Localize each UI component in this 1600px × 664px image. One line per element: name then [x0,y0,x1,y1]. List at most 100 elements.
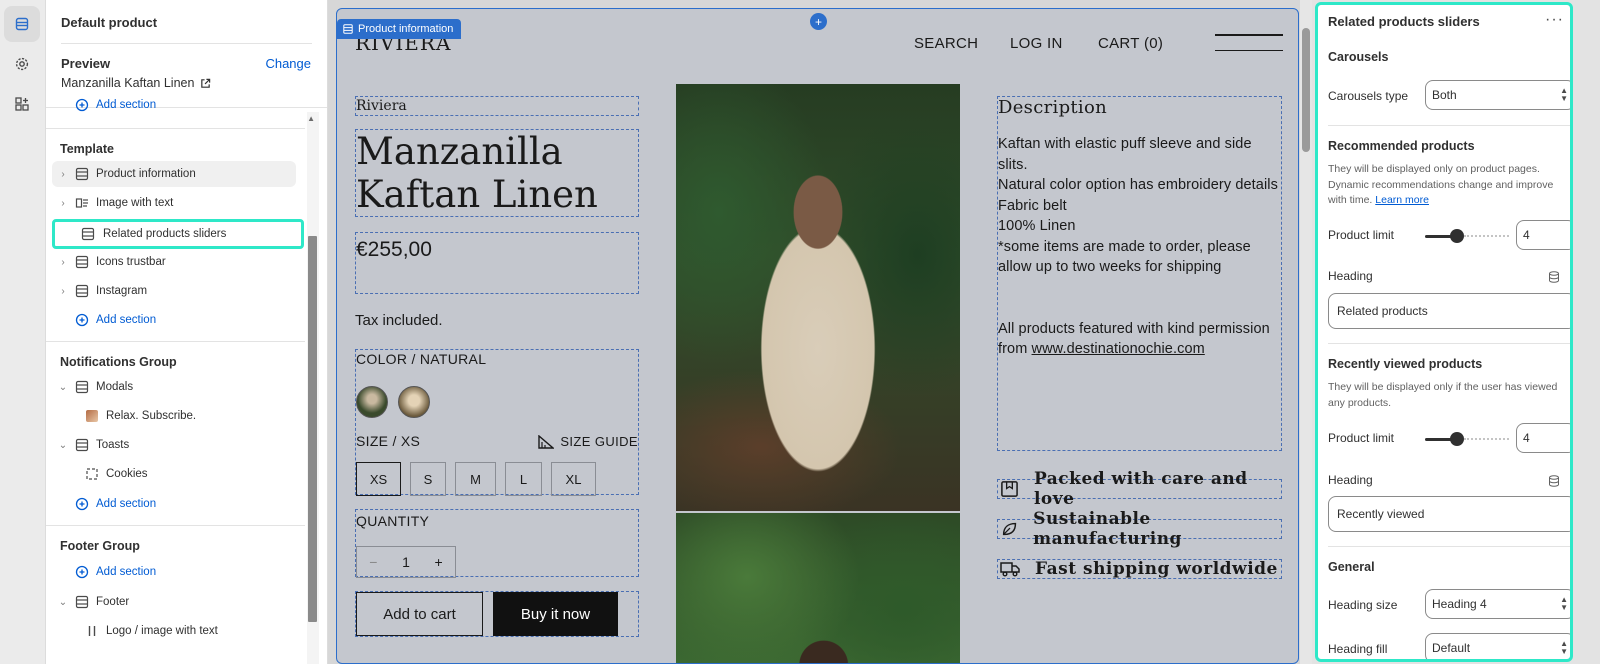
learn-more-link[interactable]: Learn more [1375,194,1429,206]
chevron-down-icon[interactable]: ⌄ [56,440,70,451]
dynamic-source-icon[interactable] [1548,475,1560,487]
section-toasts[interactable]: ⌄ Toasts [52,432,296,458]
drag-handle-icon[interactable] [84,623,100,639]
option-name: COLOR [356,351,408,367]
description-credit: All products featured with kind permissi… [998,320,1270,337]
nav-log-in[interactable]: LOG IN [1010,35,1063,52]
image-text-icon [74,195,90,211]
add-circle-icon [74,312,90,328]
quantity-value[interactable]: 1 [402,554,410,570]
section-related-products-sliders[interactable]: Related products sliders [52,219,304,249]
section-image-with-text[interactable]: › Image with text [52,190,296,216]
recommended-limit-slider[interactable] [1425,228,1509,244]
chevron-down-icon[interactable]: ⌄ [56,382,70,393]
carousels-type-select[interactable]: Both ▲ ▼ [1425,80,1570,110]
sections-icon[interactable] [4,6,40,42]
chevron-right-icon[interactable]: › [56,286,70,297]
quantity-block: QUANTITY − 1 + [355,509,639,578]
add-to-cart-button[interactable]: Add to cart [356,592,483,636]
chevron-right-icon[interactable]: › [56,257,70,268]
add-section-button[interactable]: Add section [52,491,296,517]
add-circle-icon [74,97,90,113]
chevron-right-icon[interactable]: › [56,198,70,209]
credit-link[interactable]: www.destinationochie.com [1032,341,1205,357]
section-product-information[interactable]: › Product information [52,161,296,187]
size-option[interactable]: M [455,462,496,496]
size-guide-label: SIZE GUIDE [560,434,638,449]
quantity-label: QUANTITY [356,513,430,529]
preview-scroll-thumb[interactable] [1302,28,1310,152]
heading-fill-label: Heading fill [1328,642,1388,656]
heading-size-label: Heading size [1328,598,1398,612]
section-icon [343,24,353,34]
change-preview-link[interactable]: Change [265,56,311,71]
select-arrows-icon: ▲ ▼ [1560,595,1568,612]
size-option[interactable]: XL [551,462,596,496]
add-section-button[interactable]: Add section [52,96,296,114]
recommended-limit-input[interactable]: 4 [1516,220,1570,250]
gear-icon[interactable] [4,46,40,82]
size-option[interactable]: XS [356,462,401,496]
sidebar-scroll-thumb[interactable] [308,236,317,622]
block-icon [84,466,100,482]
heading-size-select[interactable]: Heading 4 ▲ ▼ [1425,589,1570,619]
truck-icon [1000,562,1020,577]
slider-handle[interactable] [1450,229,1464,243]
apps-icon[interactable] [4,86,40,122]
add-section-button[interactable]: Add section [52,559,296,585]
chevron-right-icon[interactable]: › [56,169,70,180]
quantity-minus-button[interactable]: − [369,554,377,570]
section-instagram[interactable]: › Instagram [52,278,296,304]
storefront-preview[interactable]: Product information + RIVIERA SEARCH LOG… [336,8,1299,664]
recommended-heading-input[interactable]: Related products [1328,293,1570,329]
add-section-plus-icon[interactable]: + [810,13,827,30]
size-guide-link[interactable]: SIZE GUIDE [538,434,638,449]
product-image-secondary[interactable] [676,513,960,663]
buy-now-button[interactable]: Buy it now [493,592,618,636]
nav-search[interactable]: SEARCH [914,35,978,52]
block-label: Cookies [106,468,148,480]
section-tag[interactable]: Product information [337,19,462,39]
preview-product[interactable]: Manzanilla Kaftan Linen [61,76,211,90]
recent-limit-input[interactable]: 4 [1516,423,1570,453]
quantity-stepper[interactable]: − 1 + [356,546,456,578]
block-logo-image-with-text[interactable]: Logo / image with text [74,618,296,644]
hamburger-menu-icon[interactable] [1215,34,1283,65]
more-actions-icon[interactable]: ··· [1545,11,1564,29]
chevron-down-icon[interactable]: ⌄ [56,597,70,608]
section-icon [74,379,90,395]
section-icon [74,254,90,270]
section-footer[interactable]: ⌄ Footer [52,589,296,615]
preview-scrollbar[interactable] [1300,0,1312,664]
template-heading: Template [60,142,114,156]
feature-label: Sustainable manufacturing [1033,509,1182,549]
section-icons-trustbar[interactable]: › Icons trustbar [52,249,296,275]
divider [1328,546,1570,547]
external-link-icon[interactable] [200,78,211,89]
package-icon [1001,481,1018,497]
divider [1328,125,1570,126]
size-option[interactable]: S [410,462,446,496]
block-cookies[interactable]: Cookies [74,461,296,487]
recent-heading-input[interactable]: Recently viewed [1328,496,1570,532]
slider-handle[interactable] [1450,432,1464,446]
recent-limit-slider[interactable] [1425,431,1509,447]
color-swatch[interactable] [398,386,430,418]
size-option[interactable]: L [505,462,542,496]
block-relax-subscribe[interactable]: Relax. Subscribe. [74,403,296,429]
dynamic-source-icon[interactable] [1548,271,1560,283]
add-section-button[interactable]: Add section [52,307,296,333]
nav-cart[interactable]: CART (0) [1098,35,1163,52]
recently-viewed-help: They will be displayed only if the user … [1328,381,1558,409]
scroll-up-icon[interactable]: ▲ [307,114,315,123]
variant-picker: COLOR / NATURAL SIZE / XS SIZE GUIDE XS … [355,349,639,496]
leaf-icon [1002,522,1017,536]
quantity-plus-button[interactable]: + [435,554,443,570]
color-swatch[interactable] [356,386,388,418]
option-value: NATURAL [419,351,487,367]
heading-fill-select[interactable]: Default ▲ ▼ [1425,633,1570,659]
recommended-help: They will be displayed only on product p… [1328,162,1568,209]
section-modals[interactable]: ⌄ Modals [52,374,296,400]
product-image-main[interactable] [676,84,960,511]
select-value: Both [1432,88,1457,102]
